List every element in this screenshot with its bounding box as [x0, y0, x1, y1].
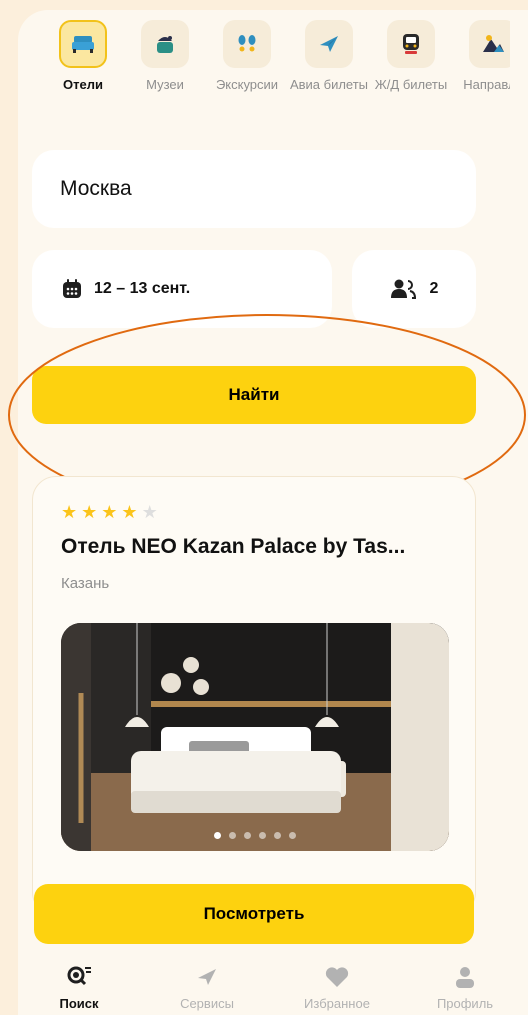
category-label: Экскурсии — [215, 77, 279, 92]
category-label: Ж/Д билеты — [374, 77, 448, 92]
star-icon: ★ — [101, 502, 118, 522]
nav-profile[interactable]: Профиль — [410, 962, 520, 1011]
nav-label: Сервисы — [180, 996, 234, 1011]
category-label: Музеи — [146, 77, 184, 92]
bed-icon — [59, 20, 107, 68]
category-rail[interactable]: Ж/Д билеты — [366, 20, 456, 92]
bottom-navigation: Поиск Сервисы Избранное Профиль — [18, 962, 528, 1015]
category-avia[interactable]: Авиа билеты — [284, 20, 374, 92]
category-label: Авиа билеты — [289, 77, 369, 92]
calendar-icon — [63, 279, 81, 298]
search-icon — [24, 962, 134, 992]
carousel-dot[interactable] — [274, 832, 281, 839]
plane-icon — [305, 20, 353, 68]
nav-label: Избранное — [304, 996, 370, 1011]
category-museums[interactable]: Музеи — [120, 20, 210, 92]
guests-icon — [390, 279, 416, 299]
mountain-icon — [469, 20, 510, 68]
hotel-city: Казань — [61, 575, 110, 592]
carousel-dot[interactable] — [244, 832, 251, 839]
nav-search[interactable]: Поиск — [24, 962, 134, 1011]
plane-icon — [152, 962, 262, 992]
city-input[interactable]: Москва — [32, 150, 476, 228]
star-icon: ★ — [81, 502, 98, 522]
carousel-indicators — [61, 832, 449, 839]
carousel-dot[interactable] — [289, 832, 296, 839]
nav-label: Профиль — [436, 996, 494, 1011]
category-excursions[interactable]: Экскурсии — [202, 20, 292, 92]
carousel-dot[interactable] — [229, 832, 236, 839]
hotel-photo-carousel[interactable] — [61, 623, 449, 851]
category-label: Направле — [463, 77, 510, 92]
museum-icon — [141, 20, 189, 68]
train-icon — [387, 20, 435, 68]
nav-favorites[interactable]: Избранное — [282, 962, 392, 1011]
star-empty-icon: ★ — [141, 502, 158, 522]
hotel-card[interactable]: ★ ★ ★ ★ ★ Отель NEO Kazan Palace by Tas.… — [32, 476, 476, 916]
star-icon: ★ — [121, 502, 138, 522]
heart-icon — [282, 962, 392, 992]
star-icon: ★ — [61, 502, 78, 522]
hotel-rating: ★ ★ ★ ★ ★ — [61, 503, 158, 521]
guests-value: 2 — [429, 280, 439, 297]
category-label: Отели — [63, 77, 103, 92]
carousel-dot[interactable] — [259, 832, 266, 839]
view-hotel-button[interactable]: Посмотреть — [34, 884, 474, 944]
nav-label: Поиск — [59, 996, 99, 1011]
category-strip: Отели Музеи Экскурсии Авиа билеты Ж/Д би… — [30, 20, 510, 130]
user-icon — [410, 962, 520, 992]
footprints-icon — [223, 20, 271, 68]
nav-services[interactable]: Сервисы — [152, 962, 262, 1011]
category-hotels[interactable]: Отели — [38, 20, 128, 92]
category-directions[interactable]: Направле — [448, 20, 510, 92]
carousel-dot[interactable] — [214, 832, 221, 839]
hotel-name: Отель NEO Kazan Palace by Tas... — [61, 535, 406, 558]
hotel-room-photo — [61, 623, 449, 851]
dates-value: 12 – 13 сент. — [94, 280, 191, 297]
